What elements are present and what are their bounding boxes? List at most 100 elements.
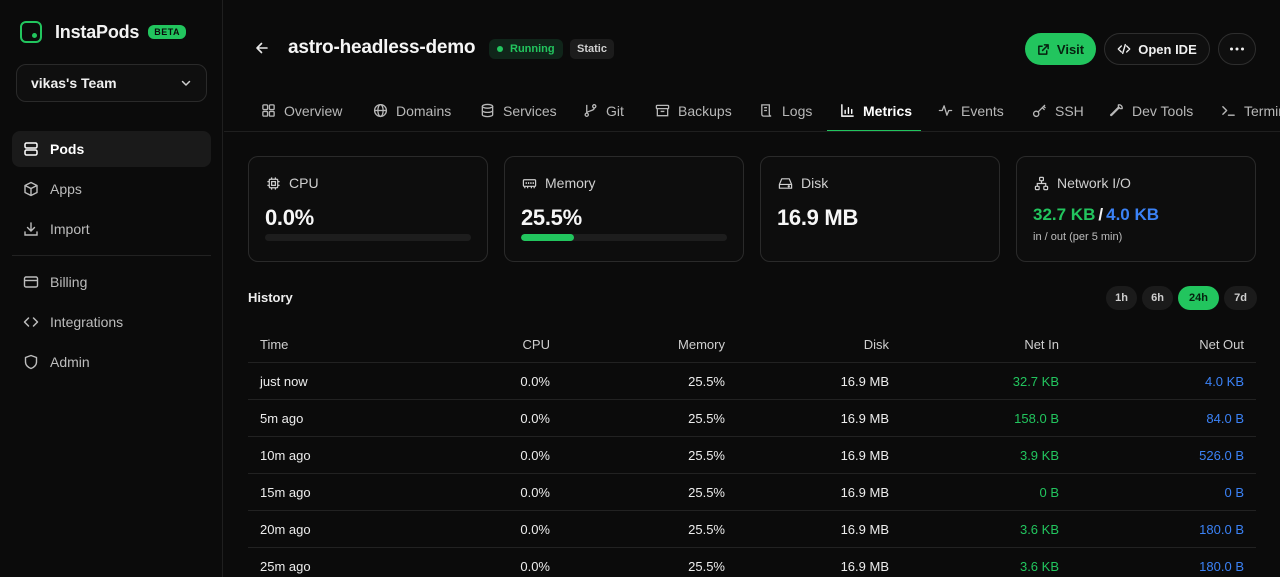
network-values: 32.7 KB / 4.0 KB <box>1033 205 1159 225</box>
cell-net-out: 180.0 B <box>1199 559 1244 574</box>
col-header-net-out: Net Out <box>1199 337 1244 352</box>
network-icon <box>1033 175 1049 191</box>
tab-dev-tools[interactable]: Dev Tools <box>1108 90 1193 131</box>
tab-events[interactable]: Events <box>937 90 1004 131</box>
cell-disk: 16.9 MB <box>840 559 889 574</box>
cell-net-out: 526.0 B <box>1199 448 1244 463</box>
cell-disk: 16.9 MB <box>840 411 889 426</box>
shield-icon <box>22 354 39 371</box>
activity-icon <box>937 103 953 119</box>
brand[interactable]: InstaPods BETA <box>20 20 187 44</box>
cell-time: 20m ago <box>260 522 311 537</box>
archive-icon <box>654 103 670 119</box>
sidebar-item-billing[interactable]: Billing <box>12 264 211 300</box>
tab-label: SSH <box>1055 102 1084 119</box>
table-body: just now 0.0% 25.5% 16.9 MB 32.7 KB 4.0 … <box>248 363 1256 577</box>
cell-memory: 25.5% <box>688 411 725 426</box>
terminal-icon <box>1220 103 1236 119</box>
credit-card-icon <box>22 274 39 291</box>
open-ide-label: Open IDE <box>1138 41 1197 57</box>
tab-logs[interactable]: Logs <box>758 90 812 131</box>
team-selector[interactable]: vikas's Team <box>16 64 207 102</box>
tab-ssh[interactable]: SSH <box>1031 90 1084 131</box>
more-horizontal-icon <box>1229 47 1245 51</box>
more-options-button[interactable] <box>1218 33 1256 65</box>
scroll-icon <box>758 103 774 119</box>
tab-domains[interactable]: Domains <box>372 90 451 131</box>
pod-tabs: Overview Domains Services Git Backups Lo… <box>224 90 1280 132</box>
cell-memory: 25.5% <box>688 485 725 500</box>
beta-badge: BETA <box>148 25 187 39</box>
cell-time: 15m ago <box>260 485 311 500</box>
sidebar-item-import[interactable]: Import <box>12 211 211 247</box>
cell-net-out: 4.0 KB <box>1204 374 1244 389</box>
cell-cpu: 0.0% <box>520 522 550 537</box>
memory-progress-bar <box>521 234 727 241</box>
col-header-disk: Disk <box>863 337 889 352</box>
sidebar-nav-primary: Pods Apps Import <box>12 131 211 251</box>
tab-terminal[interactable]: Terminal <box>1220 90 1280 131</box>
sidebar-item-pods[interactable]: Pods <box>12 131 211 167</box>
time-range-selector: 1h 6h 24h 7d <box>1106 286 1262 310</box>
history-title: History <box>248 290 293 305</box>
range-1h[interactable]: 1h <box>1106 286 1137 310</box>
tab-git[interactable]: Git <box>582 90 624 131</box>
sidebar-item-integrations[interactable]: Integrations <box>12 304 211 340</box>
cell-net-out: 180.0 B <box>1199 522 1244 537</box>
memory-card-header: Memory <box>521 175 596 191</box>
table-header-row: Time CPU Memory Disk Net In Net Out <box>248 326 1256 363</box>
cell-memory: 25.5% <box>688 522 725 537</box>
team-name: vikas's Team <box>31 75 117 91</box>
tab-backups[interactable]: Backups <box>654 90 732 131</box>
instapods-logo-icon <box>20 21 42 43</box>
back-arrow-icon[interactable] <box>254 40 270 56</box>
cpu-card-header: CPU <box>265 175 319 191</box>
memory-value: 25.5% <box>521 205 582 230</box>
cell-time: 25m ago <box>260 559 311 574</box>
sidebar-item-admin[interactable]: Admin <box>12 344 211 380</box>
disk-card: Disk 16.9 MB <box>760 156 1000 262</box>
cell-disk: 16.9 MB <box>840 374 889 389</box>
network-card: Network I/O 32.7 KB / 4.0 KB in / out (p… <box>1016 156 1256 262</box>
disk-card-header: Disk <box>777 175 828 191</box>
tab-metrics[interactable]: Metrics <box>839 90 912 131</box>
range-6h[interactable]: 6h <box>1142 286 1173 310</box>
cpu-chip-icon <box>265 175 281 191</box>
globe-icon <box>372 103 388 119</box>
tab-services[interactable]: Services <box>479 90 557 131</box>
database-icon <box>479 103 495 119</box>
sidebar-item-label: Pods <box>50 141 85 157</box>
cell-time: 10m ago <box>260 448 311 463</box>
cell-memory: 25.5% <box>688 448 725 463</box>
col-header-cpu: CPU <box>522 337 550 352</box>
box-icon <box>22 181 39 198</box>
tab-label: Dev Tools <box>1132 102 1194 119</box>
cell-memory: 25.5% <box>688 374 725 389</box>
status-badge: Running <box>489 39 563 59</box>
cell-cpu: 0.0% <box>520 448 550 463</box>
sidebar-item-label: Import <box>50 221 90 237</box>
sidebar: InstaPods BETA vikas's Team Pods Apps Im… <box>0 0 223 577</box>
tab-label: Services <box>503 102 557 119</box>
range-24h[interactable]: 24h <box>1178 286 1219 310</box>
visit-label: Visit <box>1056 41 1085 57</box>
key-icon <box>1031 103 1047 119</box>
cell-cpu: 0.0% <box>520 559 550 574</box>
memory-label: Memory <box>545 175 596 191</box>
cell-net-in: 3.6 KB <box>1019 559 1059 574</box>
open-ide-button[interactable]: Open IDE <box>1104 33 1210 65</box>
network-separator: / <box>1098 205 1104 224</box>
memory-card: Memory 25.5% <box>504 156 744 262</box>
col-header-net-in: Net In <box>1024 337 1059 352</box>
pod-type-badge: Static <box>570 39 614 59</box>
tab-label: Logs <box>782 102 813 119</box>
sidebar-item-apps[interactable]: Apps <box>12 171 211 207</box>
cell-cpu: 0.0% <box>520 485 550 500</box>
cell-net-in: 158.0 B <box>1014 411 1059 426</box>
external-link-icon <box>1037 43 1057 56</box>
range-7d[interactable]: 7d <box>1224 286 1257 310</box>
visit-button[interactable]: Visit <box>1025 33 1096 65</box>
tab-overview[interactable]: Overview <box>260 90 342 131</box>
tab-label: Backups <box>678 102 732 119</box>
cell-disk: 16.9 MB <box>840 448 889 463</box>
